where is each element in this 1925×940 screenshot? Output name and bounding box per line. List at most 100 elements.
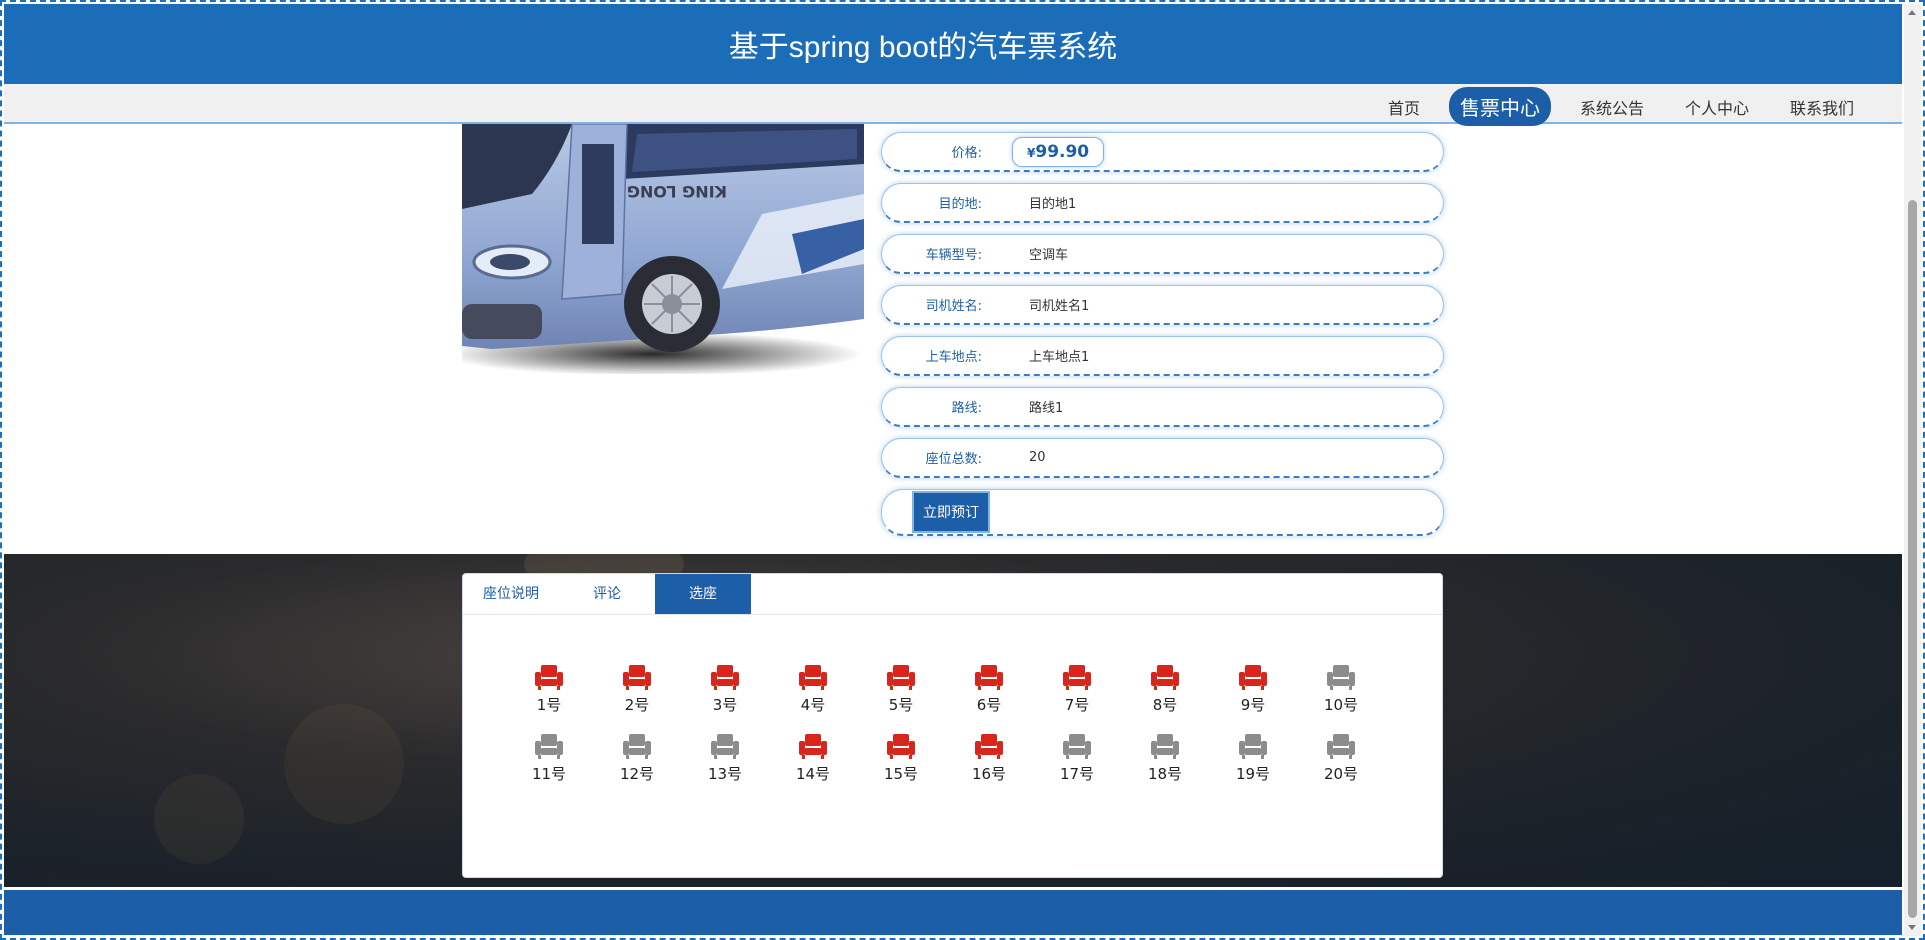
nav-ticket-center[interactable]: 售票中心 — [1448, 87, 1551, 126]
seat-icon — [1151, 665, 1179, 690]
seat-3[interactable]: 3号 — [681, 664, 769, 715]
seats-total-label: 座位总数: — [925, 452, 982, 467]
seat-2[interactable]: 2号 — [593, 664, 681, 715]
seat-5[interactable]: 5号 — [857, 664, 945, 715]
destination-label: 目的地: — [938, 197, 982, 212]
tab-seat-selection[interactable]: 选座 — [655, 574, 751, 614]
seat-icon — [1327, 665, 1355, 690]
seat-label: 6号 — [976, 696, 1002, 714]
seat-label: 9号 — [1240, 696, 1266, 714]
boarding-value: 上车地点1 — [1029, 350, 1090, 365]
site-footer — [4, 890, 1902, 935]
scrollbar-thumb[interactable] — [1908, 200, 1917, 918]
seat-icon — [975, 665, 1003, 690]
route-label: 路线: — [951, 401, 982, 416]
seat-label: 1号 — [536, 696, 562, 714]
seat-label: 18号 — [1147, 765, 1183, 783]
seat-label: 8号 — [1152, 696, 1178, 714]
driver-value: 司机姓名1 — [1029, 299, 1090, 314]
vehicle-type-label: 车辆型号: — [925, 248, 982, 263]
seat-19[interactable]: 19号 — [1209, 733, 1297, 784]
seat-icon — [535, 734, 563, 759]
seat-icon — [1239, 734, 1267, 759]
seat-icon — [1151, 734, 1179, 759]
price-badge: ¥99.90 — [1012, 136, 1105, 167]
site-title: 基于spring boot的汽车票系统 — [728, 31, 1118, 64]
site-header: 基于spring boot的汽车票系统 — [4, 4, 1902, 84]
route-row: 路线: 路线1 — [881, 387, 1444, 427]
seat-label: 20号 — [1323, 765, 1359, 783]
tab-comments[interactable]: 评论 — [559, 574, 655, 614]
ticket-info-panel: 价格: ¥99.90 目的地: 目的地1 车辆型号: 空调车 司机姓名: 司机姓… — [881, 132, 1444, 547]
price-label: 价格: — [951, 146, 982, 161]
nav-home[interactable]: 首页 — [1376, 89, 1432, 125]
book-now-button[interactable]: 立即预订 — [912, 491, 990, 533]
seat-label: 19号 — [1235, 765, 1271, 783]
bus-image: KING LONG — [462, 124, 864, 374]
seat-icon — [799, 734, 827, 759]
seat-label: 14号 — [795, 765, 831, 783]
route-value: 路线1 — [1029, 401, 1064, 416]
seat-20[interactable]: 20号 — [1297, 733, 1385, 784]
seat-selection-panel: 座位说明 评论 选座 1号 2号 3号 4号 5号 6号 7号 8号 9号 10号 11号 12号 13号 1… — [462, 573, 1443, 878]
price-value: 99.90 — [1035, 141, 1090, 162]
seat-grid: 1号 2号 3号 4号 5号 6号 7号 8号 9号 10号 11号 12号 13号 14号 15号 16号 1… — [505, 664, 1385, 784]
seat-4[interactable]: 4号 — [769, 664, 857, 715]
seat-13[interactable]: 13号 — [681, 733, 769, 784]
seat-16[interactable]: 16号 — [945, 733, 1033, 784]
seat-icon — [711, 665, 739, 690]
boarding-row: 上车地点: 上车地点1 — [881, 336, 1444, 376]
driver-row: 司机姓名: 司机姓名1 — [881, 285, 1444, 325]
destination-row: 目的地: 目的地1 — [881, 183, 1444, 223]
seat-label: 15号 — [883, 765, 919, 783]
seat-11[interactable]: 11号 — [505, 733, 593, 784]
seat-label: 16号 — [971, 765, 1007, 783]
seat-icon — [1327, 734, 1355, 759]
seat-icon — [975, 734, 1003, 759]
price-row: 价格: ¥99.90 — [881, 132, 1444, 172]
nav-contact-us[interactable]: 联系我们 — [1778, 89, 1866, 125]
seat-15[interactable]: 15号 — [857, 733, 945, 784]
page-scrollbar[interactable] — [1904, 4, 1921, 936]
seat-8[interactable]: 8号 — [1121, 664, 1209, 715]
boarding-label: 上车地点: — [925, 350, 982, 365]
tab-bar: 座位说明 评论 选座 — [463, 574, 1442, 615]
seat-17[interactable]: 17号 — [1033, 733, 1121, 784]
seat-label: 7号 — [1064, 696, 1090, 714]
seat-9[interactable]: 9号 — [1209, 664, 1297, 715]
seat-label: 12号 — [619, 765, 655, 783]
scroll-down-arrow-icon[interactable] — [1908, 925, 1916, 930]
scroll-up-arrow-icon[interactable] — [1908, 10, 1916, 15]
destination-value: 目的地1 — [1029, 197, 1077, 212]
seat-12[interactable]: 12号 — [593, 733, 681, 784]
seat-6[interactable]: 6号 — [945, 664, 1033, 715]
seat-icon — [623, 734, 651, 759]
seats-total-value: 20 — [1029, 450, 1046, 465]
seat-icon — [1063, 665, 1091, 690]
seat-label: 11号 — [531, 765, 567, 783]
tab-seat-info[interactable]: 座位说明 — [463, 574, 559, 614]
nav-announcements[interactable]: 系统公告 — [1568, 89, 1656, 125]
nav-personal-center[interactable]: 个人中心 — [1673, 89, 1761, 125]
seat-14[interactable]: 14号 — [769, 733, 857, 784]
seat-1[interactable]: 1号 — [505, 664, 593, 715]
seats-total-row: 座位总数: 20 — [881, 438, 1444, 478]
seat-icon — [1239, 665, 1267, 690]
seat-icon — [887, 665, 915, 690]
seat-label: 13号 — [707, 765, 743, 783]
driver-label: 司机姓名: — [925, 299, 982, 314]
seat-7[interactable]: 7号 — [1033, 664, 1121, 715]
seat-18[interactable]: 18号 — [1121, 733, 1209, 784]
seat-icon — [887, 734, 915, 759]
seat-label: 5号 — [888, 696, 914, 714]
seat-icon — [1063, 734, 1091, 759]
bus-brand-text: KING LONG — [627, 182, 727, 201]
nav-list: 首页 售票中心 系统公告 个人中心 联系我们 — [1359, 87, 1866, 126]
seat-icon — [535, 665, 563, 690]
seat-10[interactable]: 10号 — [1297, 664, 1385, 715]
seat-label: 4号 — [800, 696, 826, 714]
seat-label: 2号 — [624, 696, 650, 714]
vehicle-type-value: 空调车 — [1029, 248, 1069, 263]
vehicle-type-row: 车辆型号: 空调车 — [881, 234, 1444, 274]
seat-label: 17号 — [1059, 765, 1095, 783]
